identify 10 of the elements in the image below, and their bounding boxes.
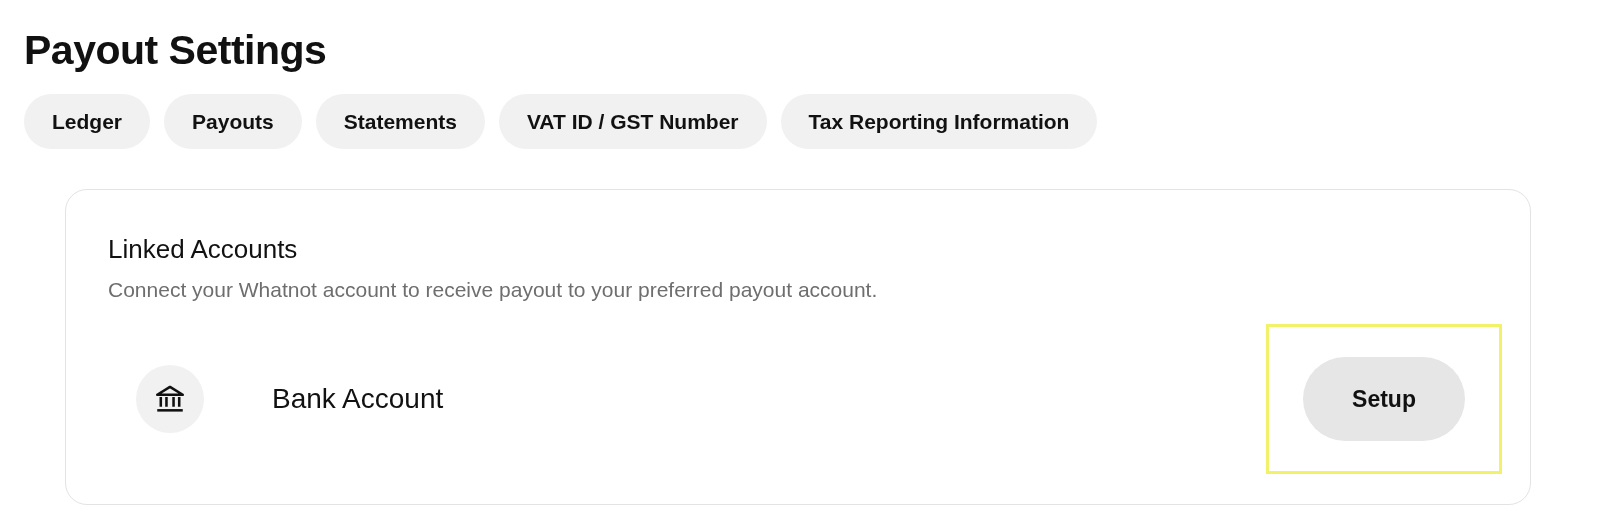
section-description: Connect your Whatnot account to receive payout to your preferred payout account. — [108, 278, 879, 302]
tab[interactable]: VAT ID / GST Number — [498, 94, 767, 149]
section-title: Linked Accounts — [108, 234, 299, 265]
tab[interactable]: Payouts — [164, 94, 302, 149]
account-name: Bank Account — [272, 383, 445, 415]
tab[interactable]: Tax Reporting Information — [780, 94, 1098, 149]
setup-button[interactable]: Setup — [1303, 357, 1465, 441]
tab[interactable]: Statements — [315, 94, 485, 149]
page-title: Payout Settings — [24, 26, 328, 75]
tab[interactable]: Ledger — [24, 94, 150, 149]
